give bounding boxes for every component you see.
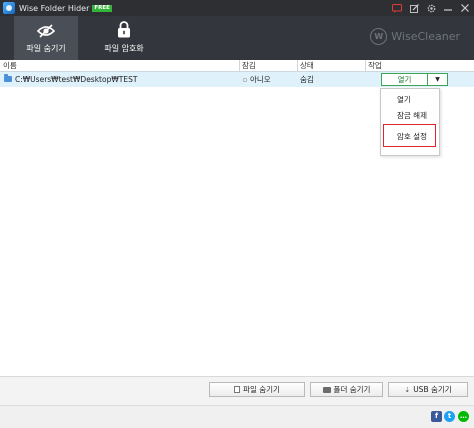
menu-item-unlock[interactable]: 잠금 해제 [381,109,439,123]
list-column-header: 이름 잠김 상태 작업 [0,60,474,72]
column-status[interactable]: 상태 [297,60,314,72]
menu-item-open[interactable]: 열기 [381,93,439,107]
column-action[interactable]: 작업 [365,60,382,72]
hide-usb-button[interactable]: ⇣ USB 숨기기 [388,382,468,397]
column-name[interactable]: 이름 [0,60,17,72]
app-title: Wise Folder Hider [19,3,90,13]
tab-hide-file[interactable]: 파일 숨기기 [14,16,78,60]
row-locked-value: 아니오 [250,75,271,84]
bottom-button-bar: 파일 숨기기 폴더 숨기기 ⇣ USB 숨기기 [0,377,474,405]
facebook-icon[interactable]: f [431,411,442,422]
unlocked-icon [243,78,247,82]
footer-bar: f t … [0,405,474,428]
hide-file-label: 파일 숨기기 [243,385,280,394]
hide-usb-label: USB 숨기기 [413,385,452,394]
menu-highlight-box [383,124,436,147]
file-icon [234,386,241,393]
usb-icon: ⇣ [404,385,411,394]
settings-icon[interactable] [424,2,438,15]
window-controls [390,0,472,16]
column-divider [365,60,366,72]
wisecleaner-logo-icon: W [370,28,388,45]
edit-icon[interactable] [407,2,421,15]
row-status: 숨김 [300,75,314,84]
brand-label: WiseCleaner [391,30,460,43]
main-toolbar: 파일 숨기기 파일 암호화 W WiseCleaner [0,16,474,60]
open-button[interactable]: 열기 [381,73,428,86]
hide-folder-button[interactable]: 폴더 숨기기 [310,382,383,397]
row-locked: 아니오 [243,72,271,87]
tab-hide-file-label: 파일 숨기기 [26,44,66,53]
message-icon[interactable] [390,2,404,15]
column-divider [239,60,240,72]
close-icon[interactable] [458,2,472,15]
lock-icon [118,21,130,38]
folder-icon [322,386,331,393]
eye-hidden-icon [37,24,55,38]
column-lock[interactable]: 잠김 [239,60,256,72]
chat-icon[interactable]: … [458,411,469,422]
wisecleaner-brand[interactable]: W WiseCleaner [370,28,460,45]
tab-encrypt-file[interactable]: 파일 암호화 [92,16,156,60]
folder-icon [4,74,12,82]
hide-folder-label: 폴더 숨기기 [333,385,371,394]
title-bar: Wise Folder Hider FREE [0,0,474,16]
hide-file-button[interactable]: 파일 숨기기 [209,382,305,397]
app-logo-icon [3,2,15,14]
action-dropdown-button[interactable]: ▼ [428,73,448,86]
free-badge: FREE [92,4,112,12]
tab-encrypt-file-label: 파일 암호화 [104,44,144,53]
row-path: C:₩Users₩test₩Desktop₩TEST [15,75,138,84]
twitter-icon[interactable]: t [444,411,455,422]
chevron-down-icon: ▼ [435,76,440,83]
column-divider [297,60,298,72]
minimize-icon[interactable] [441,2,455,15]
